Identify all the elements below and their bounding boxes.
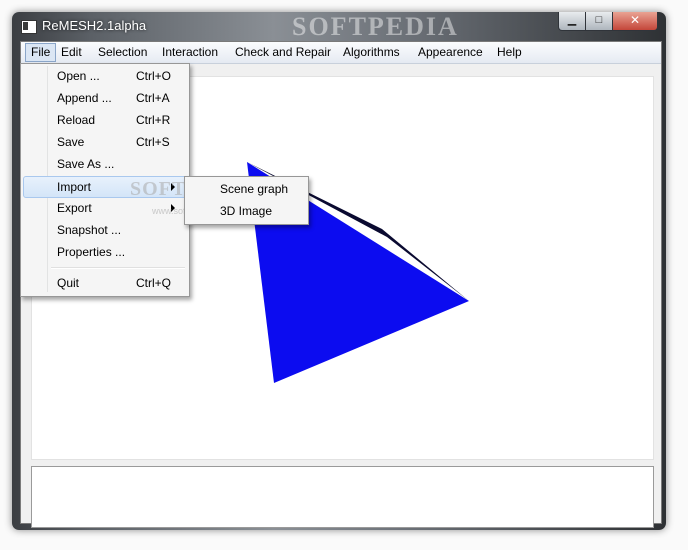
- menu-item-shortcut: Ctrl+A: [136, 91, 170, 105]
- menu-item-reload[interactable]: Reload Ctrl+R: [23, 109, 187, 131]
- submenu-item-label: 3D Image: [220, 204, 273, 218]
- console-output[interactable]: [31, 466, 654, 528]
- app-icon[interactable]: [21, 20, 37, 34]
- menu-item-save-as[interactable]: Save As ...: [23, 153, 187, 175]
- menu-item-shortcut: Ctrl+S: [136, 135, 170, 149]
- menu-item-label: Open ...: [57, 69, 100, 83]
- menu-item-properties[interactable]: Properties ...: [23, 241, 187, 263]
- submenu-item-label: Scene graph: [220, 182, 289, 196]
- menu-item-append[interactable]: Append ... Ctrl+A: [23, 87, 187, 109]
- menu-interaction[interactable]: Interaction: [156, 44, 224, 61]
- menu-bar: File Edit Selection Interaction Check an…: [21, 42, 661, 64]
- submenu-item-3d-image[interactable]: 3D Image: [187, 200, 306, 222]
- menu-item-shortcut: Ctrl+R: [136, 113, 171, 127]
- submenu-item-scene-graph[interactable]: Scene graph: [187, 178, 306, 200]
- watermark-top: SOFTPEDIA: [292, 12, 459, 41]
- close-button[interactable]: ✕: [612, 12, 658, 31]
- minimize-button[interactable]: ▁: [558, 12, 586, 31]
- menu-item-save[interactable]: Save Ctrl+S: [23, 131, 187, 153]
- maximize-button[interactable]: □: [585, 12, 613, 31]
- menu-help[interactable]: Help: [491, 44, 528, 61]
- title-bar[interactable]: ReMESH2.1alpha SOFTPEDIA ▁ □ ✕: [12, 12, 666, 41]
- menu-item-shortcut: Ctrl+Q: [136, 276, 172, 290]
- import-submenu: Scene graph 3D Image: [184, 176, 309, 225]
- menu-item-label: Properties ...: [57, 245, 126, 259]
- menu-item-open[interactable]: Open ... Ctrl+O: [23, 65, 187, 87]
- menu-item-snapshot[interactable]: Snapshot ...: [23, 219, 187, 241]
- menu-item-label: Save: [57, 135, 85, 149]
- menu-item-label: Save As ...: [57, 157, 115, 171]
- menu-separator: [51, 267, 185, 269]
- menu-item-label: Snapshot ...: [57, 223, 122, 237]
- menu-check-and-repair[interactable]: Check and Repair: [229, 44, 337, 61]
- menu-item-quit[interactable]: Quit Ctrl+Q: [23, 272, 187, 294]
- menu-item-label: Quit: [57, 276, 80, 290]
- window-title: ReMESH2.1alpha: [42, 18, 147, 33]
- menu-item-label: Reload: [57, 113, 96, 127]
- menu-item-label: Export: [57, 201, 92, 215]
- menu-item-label: Import: [57, 180, 92, 194]
- menu-item-label: Append ...: [57, 91, 112, 105]
- menu-edit[interactable]: Edit: [55, 44, 88, 61]
- menu-appearence[interactable]: Appearence: [412, 44, 489, 61]
- menu-file[interactable]: File: [25, 43, 57, 62]
- menu-algorithms[interactable]: Algorithms: [337, 44, 406, 61]
- menu-selection[interactable]: Selection: [92, 44, 153, 61]
- menu-item-shortcut: Ctrl+O: [136, 69, 172, 83]
